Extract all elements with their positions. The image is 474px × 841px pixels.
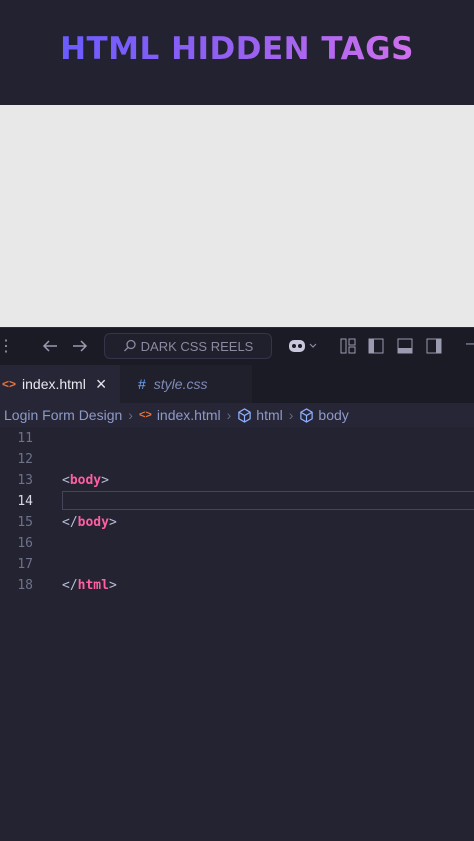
tab-index-html[interactable]: <> index.html × (0, 365, 120, 403)
toggle-secondary-sidebar-icon[interactable] (426, 338, 442, 354)
breadcrumb: Login Form Design › <> index.html › html… (0, 403, 474, 427)
code-text: <body> (62, 473, 109, 488)
line-number: 14 (17, 494, 33, 509)
line-number: 16 (17, 536, 33, 551)
chevron-right-icon: › (226, 407, 232, 423)
code-text: </html> (62, 578, 117, 593)
code-line: 11 (0, 428, 474, 449)
title-banner: HTML HIDDEN TAGS (0, 0, 474, 105)
editor-tabs: <> index.html × # style.css (0, 365, 474, 403)
minimize-icon[interactable]: – (466, 335, 474, 353)
line-number: 18 (17, 578, 33, 593)
code-line: 12 (0, 449, 474, 470)
search-text: DARK CSS REELS (140, 338, 254, 354)
tab-label: index.html (22, 376, 86, 392)
layout-customize-icon[interactable] (340, 338, 356, 354)
forward-arrow-icon[interactable] (72, 339, 88, 353)
banner-title: HTML HIDDEN TAGS (60, 30, 414, 67)
search-icon (123, 339, 136, 352)
css-hash-icon: # (138, 376, 146, 392)
code-editor[interactable]: 11 12 13 <body> 14 15 </body> 16 17 18 <… (0, 427, 474, 841)
back-arrow-icon[interactable] (42, 339, 58, 353)
code-line-current: 14 (0, 491, 474, 512)
line-number: 13 (17, 473, 33, 488)
code-text: </body> (62, 515, 117, 530)
code-line: 15 </body> (0, 512, 474, 533)
toggle-panel-icon[interactable] (397, 338, 413, 354)
tab-label: style.css (153, 376, 208, 392)
browser-preview-area (0, 105, 474, 327)
menu-edge-icon[interactable]: ⋮ (0, 336, 14, 356)
breadcrumb-html[interactable]: html (256, 407, 282, 423)
chevron-right-icon: › (288, 407, 294, 423)
command-search-box[interactable]: DARK CSS REELS (104, 333, 272, 359)
breadcrumb-folder[interactable]: Login Form Design (4, 407, 122, 423)
code-line: 17 (0, 554, 474, 575)
chevron-right-icon: › (128, 407, 133, 423)
line-number: 11 (17, 431, 33, 446)
line-number: 12 (17, 452, 33, 467)
line-number: 17 (17, 557, 33, 572)
tab-style-css[interactable]: # style.css (120, 365, 252, 403)
line-number: 15 (17, 515, 33, 530)
toggle-sidebar-icon[interactable] (368, 338, 384, 354)
breadcrumb-file[interactable]: index.html (157, 407, 221, 423)
element-cube-icon (238, 407, 252, 423)
close-icon[interactable]: × (96, 374, 107, 395)
copilot-icon[interactable] (287, 337, 319, 355)
html-file-icon: <> (2, 377, 17, 391)
current-line-highlight (62, 491, 474, 510)
code-line: 13 <body> (0, 470, 474, 491)
element-cube-icon (300, 407, 314, 423)
code-line: 16 (0, 533, 474, 554)
html-file-icon: <> (138, 409, 152, 421)
editor-titlebar: ⋮ DARK CSS REELS – (0, 327, 474, 366)
code-line: 18 </html> (0, 575, 474, 596)
breadcrumb-body[interactable]: body (318, 407, 348, 423)
